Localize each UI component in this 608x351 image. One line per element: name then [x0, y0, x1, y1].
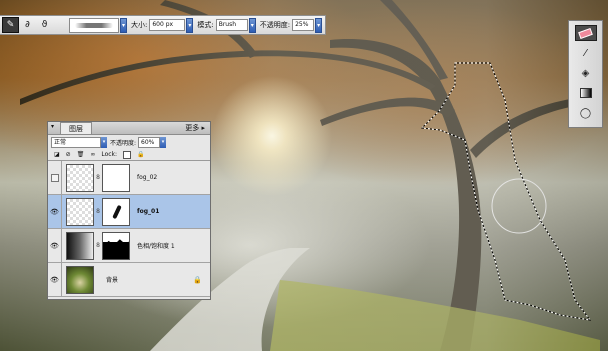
tab-layers[interactable]: 图层: [60, 122, 92, 134]
layer-name: fog_01: [137, 208, 160, 215]
size-field[interactable]: 600 px: [149, 19, 186, 31]
adjustment-thumbnail: [66, 231, 94, 260]
more-menu-button[interactable]: 更多 ▸: [185, 123, 205, 133]
layer-row-fog-02[interactable]: 8 fog_02: [48, 160, 210, 195]
lock-row: ◪ ⊘ 🗑 ∞ Lock: 🔒: [48, 149, 210, 161]
layer-row-hue-saturation[interactable]: 👁 8 色相/饱和度 1: [48, 228, 210, 263]
options-bar: ✎ ∂ ϑ ▾ 大小: 600 px ▾ 模式: Brush ▾ 不透明度: 2…: [0, 15, 326, 35]
layer-thumbnail: [66, 163, 94, 192]
eye-icon: 👁: [50, 241, 59, 250]
opacity-field[interactable]: 25%: [292, 19, 315, 31]
lock-transparency-checkbox[interactable]: [123, 150, 132, 159]
eye-icon: 👁: [50, 207, 59, 216]
layer-mask-thumbnail[interactable]: [102, 163, 130, 192]
mode-dropdown[interactable]: ▾: [248, 17, 256, 33]
blend-row: 正常 ▾ 不透明度: 60% ▾: [48, 135, 210, 149]
brush-stroke-icon: [75, 22, 113, 28]
lock-label: Lock:: [101, 151, 118, 158]
layer-opacity-label: 不透明度:: [110, 139, 137, 147]
size-dropdown[interactable]: ▾: [186, 17, 194, 33]
brush-icon[interactable]: ⁄: [575, 45, 597, 61]
link-icon[interactable]: 8: [94, 208, 102, 215]
link-icon[interactable]: 8: [94, 174, 102, 181]
blend-mode-select[interactable]: 正常: [51, 136, 101, 148]
paint-bucket-icon[interactable]: ◈: [575, 65, 597, 81]
layer-opacity-value: 60%: [141, 138, 155, 146]
blend-mode-dropdown[interactable]: ▾: [101, 136, 107, 148]
mode-select[interactable]: Brush: [215, 19, 248, 31]
link-layers-icon[interactable]: ∞: [90, 151, 95, 158]
lock-all-icon[interactable]: 🔒: [137, 151, 144, 158]
blend-mode-value: 正常: [54, 138, 67, 146]
brush-preset-preview[interactable]: [69, 17, 119, 33]
opacity-label: 不透明度:: [259, 21, 291, 29]
layer-opacity-field[interactable]: 60%: [138, 136, 161, 148]
eraser-icon[interactable]: [574, 25, 597, 41]
layer-row-background[interactable]: 👁 背景 🔒: [48, 262, 210, 297]
layer-row-fog-01[interactable]: 👁 8 fog_01: [48, 194, 210, 229]
background-eraser-icon[interactable]: ϑ: [36, 17, 53, 33]
eraser-tool-icon[interactable]: ✎: [2, 17, 19, 33]
layer-thumbnail: [66, 197, 94, 226]
eye-icon: 👁: [50, 275, 59, 284]
visibility-toggle[interactable]: 👁: [48, 194, 62, 229]
layer-opacity-dropdown[interactable]: ▾: [160, 136, 167, 148]
delete-layer-icon[interactable]: 🗑: [77, 151, 85, 158]
mode-label: 模式:: [197, 21, 214, 29]
visibility-toggle[interactable]: 👁: [48, 228, 62, 263]
background-thumbnail: [66, 265, 94, 294]
layer-name: 色相/饱和度 1: [137, 243, 175, 250]
visibility-toggle[interactable]: [48, 160, 62, 195]
magic-eraser-icon[interactable]: ∂: [19, 17, 36, 33]
lasso-icon[interactable]: ◯: [575, 105, 597, 121]
collapse-icon[interactable]: ▾: [51, 123, 54, 130]
layer-name: 背景: [106, 277, 119, 284]
tools-palette: ⁄ ◈ ◯: [568, 20, 603, 128]
lock-icon: 🔒: [193, 275, 202, 284]
visibility-checkbox[interactable]: [50, 173, 59, 182]
layers-tab-bar: ▾ 图层 更多 ▸: [48, 122, 210, 135]
link-icon[interactable]: 8: [94, 242, 102, 249]
visibility-toggle[interactable]: 👁: [48, 262, 62, 297]
new-adjustment-icon[interactable]: ◪: [54, 151, 60, 158]
layer-style-icon[interactable]: ⊘: [66, 151, 71, 158]
opacity-dropdown[interactable]: ▾: [315, 17, 323, 33]
layers-panel: ▾ 图层 更多 ▸ 正常 ▾ 不透明度: 60% ▾ ◪ ⊘ 🗑 ∞ Lock:…: [47, 121, 211, 300]
brush-preset-dropdown[interactable]: ▾: [120, 17, 127, 33]
gradient-icon[interactable]: [575, 85, 597, 101]
size-label: 大小:: [131, 21, 148, 29]
layer-name: fog_02: [137, 174, 158, 181]
layer-mask-thumbnail[interactable]: [102, 197, 130, 226]
layer-mask-thumbnail[interactable]: [102, 231, 130, 260]
